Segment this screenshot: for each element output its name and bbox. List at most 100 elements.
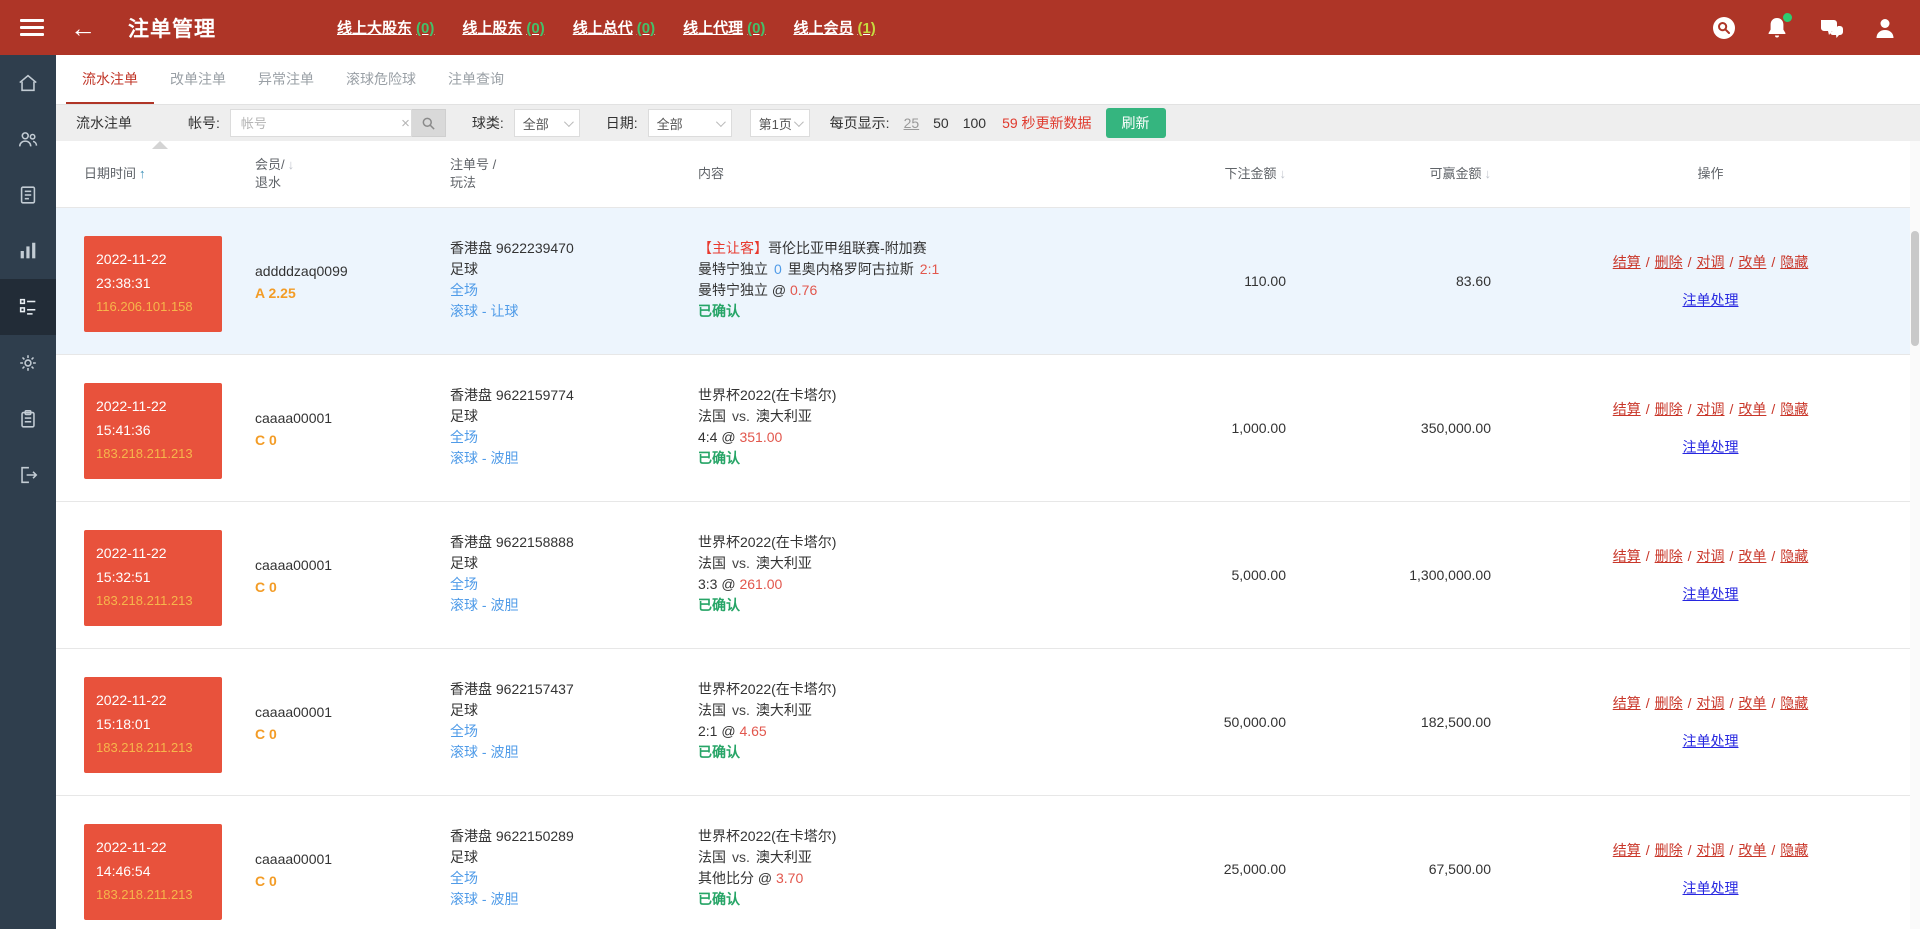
modify-link[interactable]: 改单 <box>1738 842 1766 858</box>
clipboard-icon <box>17 408 39 430</box>
delete-link[interactable]: 删除 <box>1655 842 1683 858</box>
settle-link[interactable]: 结算 <box>1613 254 1641 270</box>
order-process-link[interactable]: 注单处理 <box>1683 437 1739 457</box>
play-type-link[interactable]: 滚球 - 波胆 <box>450 742 666 763</box>
away-team: 澳大利亚 <box>756 702 812 718</box>
column-member[interactable]: 会员/↓退水 <box>231 156 421 192</box>
page-title: 注单管理 <box>128 13 216 43</box>
play-type-link[interactable]: 滚球 - 让球 <box>450 301 666 322</box>
order-process-link[interactable]: 注单处理 <box>1683 290 1739 310</box>
order-process-link[interactable]: 注单处理 <box>1683 878 1739 898</box>
member-rebate: C 0 <box>255 576 421 598</box>
scope-link[interactable]: 全场 <box>450 427 666 448</box>
header-icons <box>1712 0 1896 55</box>
sidebar-item-notes[interactable] <box>0 391 56 447</box>
order-number: 香港盘 9622157437 <box>450 679 666 700</box>
settle-link[interactable]: 结算 <box>1613 548 1641 564</box>
league-name: 世界杯2022(在卡塔尔) <box>698 828 836 844</box>
scope-link[interactable]: 全场 <box>450 868 666 889</box>
notifications-bell-icon[interactable] <box>1766 16 1788 40</box>
account-input[interactable] <box>230 109 412 137</box>
sidebar-item-exit[interactable] <box>0 447 56 503</box>
order-process-link[interactable]: 注单处理 <box>1683 584 1739 604</box>
play-type-link[interactable]: 滚球 - 波胆 <box>450 448 666 469</box>
bet-pick: 其他比分 @ <box>698 870 772 886</box>
order-cell: 香港盘 9622159774 足球 全场 滚球 - 波胆 <box>421 355 666 501</box>
menu-icon[interactable] <box>20 15 44 40</box>
delete-link[interactable]: 删除 <box>1655 548 1683 564</box>
messages-icon[interactable] <box>1818 16 1844 40</box>
play-type-link[interactable]: 滚球 - 波胆 <box>450 889 666 910</box>
nav-online-member[interactable]: 线上会员(1) <box>793 17 875 38</box>
order-process-link[interactable]: 注单处理 <box>1683 731 1739 751</box>
per-page-option-50[interactable]: 50 <box>933 115 949 131</box>
hide-link[interactable]: 隐藏 <box>1780 695 1808 711</box>
swap-link[interactable]: 对调 <box>1697 401 1725 417</box>
tab-abnormal-orders[interactable]: 异常注单 <box>242 55 330 104</box>
settle-link[interactable]: 结算 <box>1613 401 1641 417</box>
settle-link[interactable]: 结算 <box>1613 842 1641 858</box>
member-name: caaaa00001 <box>255 407 421 429</box>
tab-rolling-danger-ball[interactable]: 滚球危险球 <box>330 55 432 104</box>
column-label: 玩法 <box>450 175 476 190</box>
refresh-countdown: 59 秒更新数据 <box>1002 113 1091 133</box>
ball-type-select[interactable]: 全部 <box>514 109 580 137</box>
swap-link[interactable]: 对调 <box>1697 695 1725 711</box>
hide-link[interactable]: 隐藏 <box>1780 548 1808 564</box>
date-select[interactable]: 全部 <box>648 109 732 137</box>
nav-label: 线上代理 <box>683 20 743 37</box>
sidebar-item-orders[interactable] <box>0 279 56 335</box>
hide-link[interactable]: 隐藏 <box>1780 401 1808 417</box>
tab-order-query[interactable]: 注单查询 <box>432 55 520 104</box>
bet-odds: 351.00 <box>739 429 782 445</box>
sidebar-item-home[interactable] <box>0 55 56 111</box>
scrollbar[interactable] <box>1910 141 1920 929</box>
column-date[interactable]: 日期时间↑ <box>56 165 231 183</box>
settle-link[interactable]: 结算 <box>1613 695 1641 711</box>
search-button[interactable] <box>412 109 446 137</box>
sidebar-item-settings[interactable] <box>0 335 56 391</box>
per-page-option-25[interactable]: 25 <box>904 115 920 131</box>
tab-flow-orders[interactable]: 流水注单 <box>66 55 154 104</box>
scope-link[interactable]: 全场 <box>450 574 666 595</box>
column-action: 操作 <box>1501 165 1920 183</box>
play-type-link[interactable]: 滚球 - 波胆 <box>450 595 666 616</box>
column-win-amount[interactable]: 可赢金额↓ <box>1296 165 1501 183</box>
swap-link[interactable]: 对调 <box>1697 842 1725 858</box>
scrollbar-thumb[interactable] <box>1911 231 1919 346</box>
scope-link[interactable]: 全场 <box>450 280 666 301</box>
sidebar-item-chart[interactable] <box>0 223 56 279</box>
hide-link[interactable]: 隐藏 <box>1780 842 1808 858</box>
modify-link[interactable]: 改单 <box>1738 695 1766 711</box>
per-page-option-100[interactable]: 100 <box>963 115 986 131</box>
modify-link[interactable]: 改单 <box>1738 548 1766 564</box>
column-bet-amount[interactable]: 下注金额↓ <box>1066 165 1296 183</box>
nav-online-agent[interactable]: 线上代理(0) <box>683 17 765 38</box>
back-arrow-icon[interactable]: ← <box>70 15 96 41</box>
search-circle-icon[interactable] <box>1712 16 1736 40</box>
user-profile-icon[interactable] <box>1874 16 1896 40</box>
hide-link[interactable]: 隐藏 <box>1780 254 1808 270</box>
clear-icon[interactable]: × <box>401 109 410 137</box>
sort-desc-icon: ↓ <box>1280 165 1287 183</box>
nav-online-shareholder[interactable]: 线上股东(0) <box>462 17 544 38</box>
scope-link[interactable]: 全场 <box>450 721 666 742</box>
swap-link[interactable]: 对调 <box>1697 254 1725 270</box>
refresh-button[interactable]: 刷新 <box>1106 108 1166 138</box>
sidebar-item-users[interactable] <box>0 111 56 167</box>
top-header: ← 注单管理 线上大股东(0) 线上股东(0) 线上总代(0) 线上代理(0) … <box>0 0 1920 55</box>
delete-link[interactable]: 删除 <box>1655 695 1683 711</box>
nav-online-major-shareholder[interactable]: 线上大股东(0) <box>337 17 434 38</box>
bet-date: 2022-11-22 <box>96 394 210 418</box>
modify-link[interactable]: 改单 <box>1738 254 1766 270</box>
nav-online-general-agent[interactable]: 线上总代(0) <box>573 17 655 38</box>
delete-link[interactable]: 删除 <box>1655 254 1683 270</box>
delete-link[interactable]: 删除 <box>1655 401 1683 417</box>
sidebar-item-report[interactable] <box>0 167 56 223</box>
swap-link[interactable]: 对调 <box>1697 548 1725 564</box>
member-cell: caaaa00001 C 0 <box>231 796 421 929</box>
tab-modified-orders[interactable]: 改单注单 <box>154 55 242 104</box>
modify-link[interactable]: 改单 <box>1738 401 1766 417</box>
bet-time: 23:38:31 <box>96 271 210 295</box>
page-select[interactable]: 第1页 <box>750 109 810 137</box>
